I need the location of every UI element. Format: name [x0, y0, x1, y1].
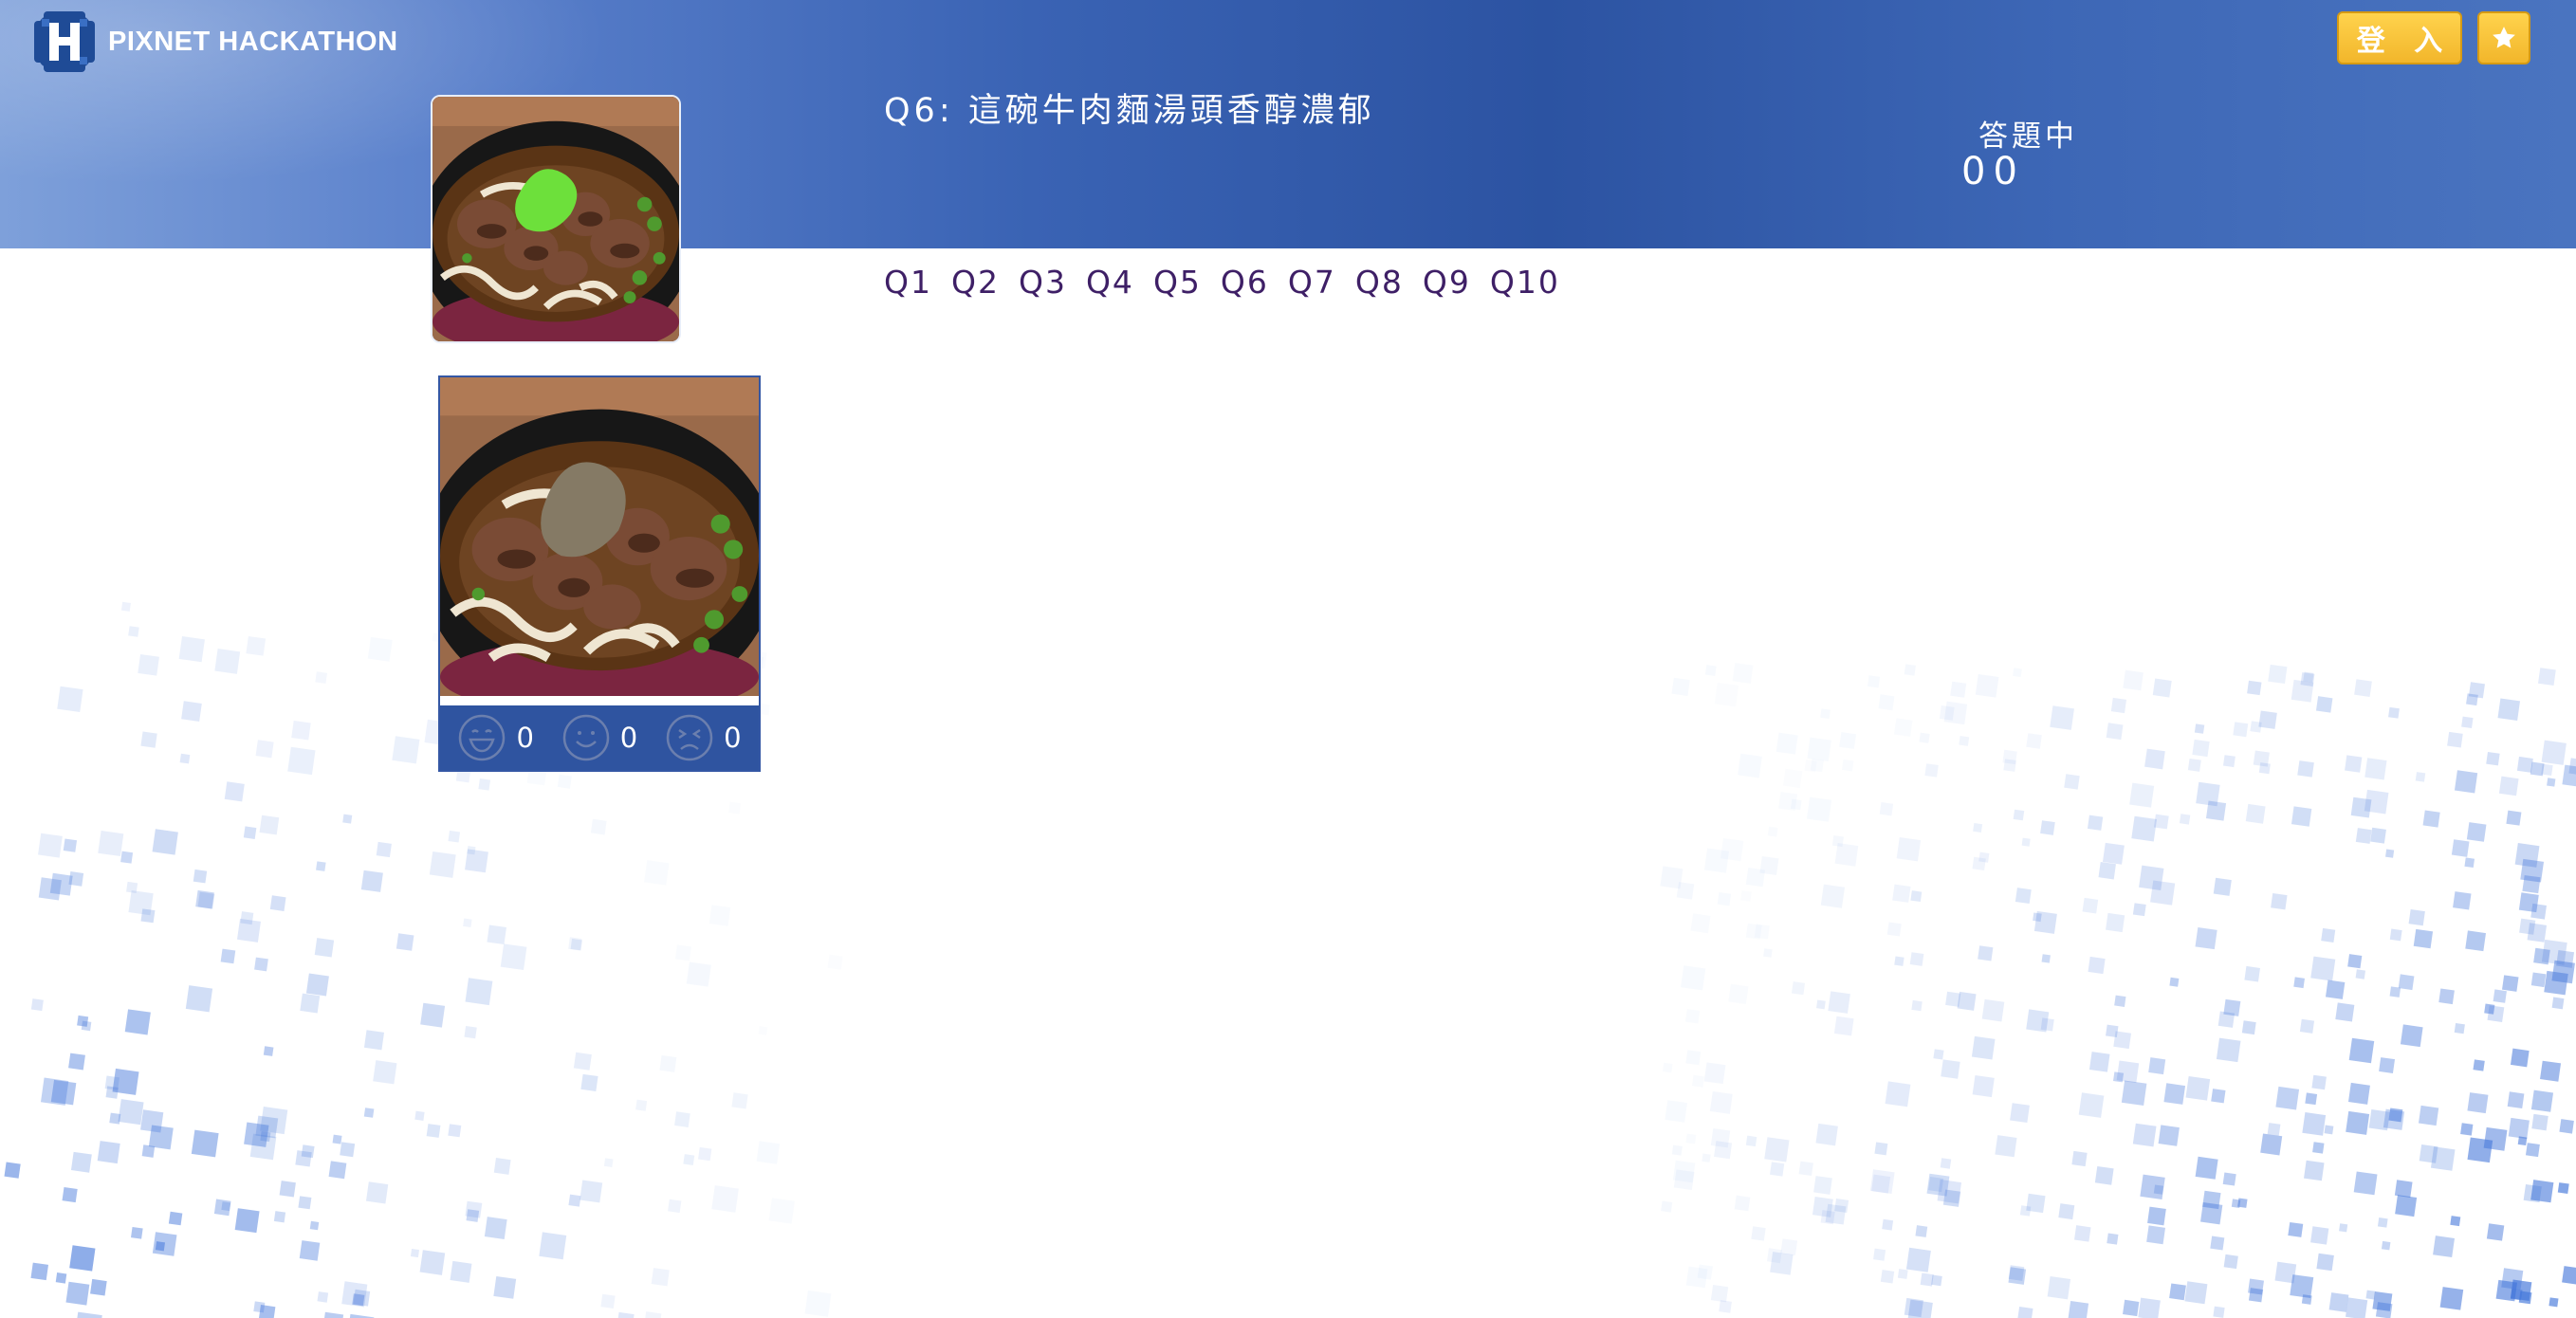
logo-text: PIXNET HACKATHON — [108, 26, 398, 57]
answer-image[interactable] — [440, 377, 759, 696]
logo-h-icon — [34, 11, 95, 72]
sad-face-icon — [666, 714, 713, 761]
laughing-face-icon — [459, 714, 506, 761]
countdown-timer: 00 — [1961, 150, 2025, 193]
question-link-q10[interactable]: Q10 — [1490, 264, 1560, 301]
answer-card[interactable]: 0 0 0 — [438, 375, 761, 772]
vote-sad-button[interactable]: 0 — [665, 713, 742, 762]
question-link-q3[interactable]: Q3 — [1019, 264, 1067, 301]
pixnet-hackathon-logo[interactable]: PIXNET HACKATHON — [30, 8, 398, 76]
question-link-q9[interactable]: Q9 — [1423, 264, 1471, 301]
vote-count-sad: 0 — [724, 722, 742, 754]
answer-status: 答題中 — [1978, 119, 2078, 154]
star-icon — [2493, 27, 2515, 48]
question-link-q6[interactable]: Q6 — [1221, 264, 1269, 301]
smiling-face-icon — [562, 714, 610, 761]
question-link-q4[interactable]: Q4 — [1086, 264, 1134, 301]
login-button[interactable]: 登 入 — [2337, 11, 2462, 64]
vote-smile-button[interactable]: 0 — [561, 713, 637, 762]
favorite-button[interactable] — [2477, 11, 2530, 64]
question-link-q5[interactable]: Q5 — [1153, 264, 1202, 301]
vote-count-smile: 0 — [619, 722, 638, 754]
question-title: Q6: 這碗牛肉麵湯頭香醇濃郁 — [884, 92, 1375, 130]
question-link-q1[interactable]: Q1 — [884, 264, 932, 301]
question-link-q2[interactable]: Q2 — [951, 264, 1000, 301]
question-image — [431, 95, 681, 343]
question-link-q8[interactable]: Q8 — [1355, 264, 1404, 301]
vote-bar: 0 0 0 — [440, 705, 759, 770]
question-nav: Q1 Q2 Q3 Q4 Q5 Q6 Q7 Q8 Q9 Q10 — [884, 264, 1579, 301]
vote-count-laugh: 0 — [516, 722, 534, 754]
vote-laugh-button[interactable]: 0 — [457, 713, 534, 762]
question-link-q7[interactable]: Q7 — [1288, 264, 1336, 301]
